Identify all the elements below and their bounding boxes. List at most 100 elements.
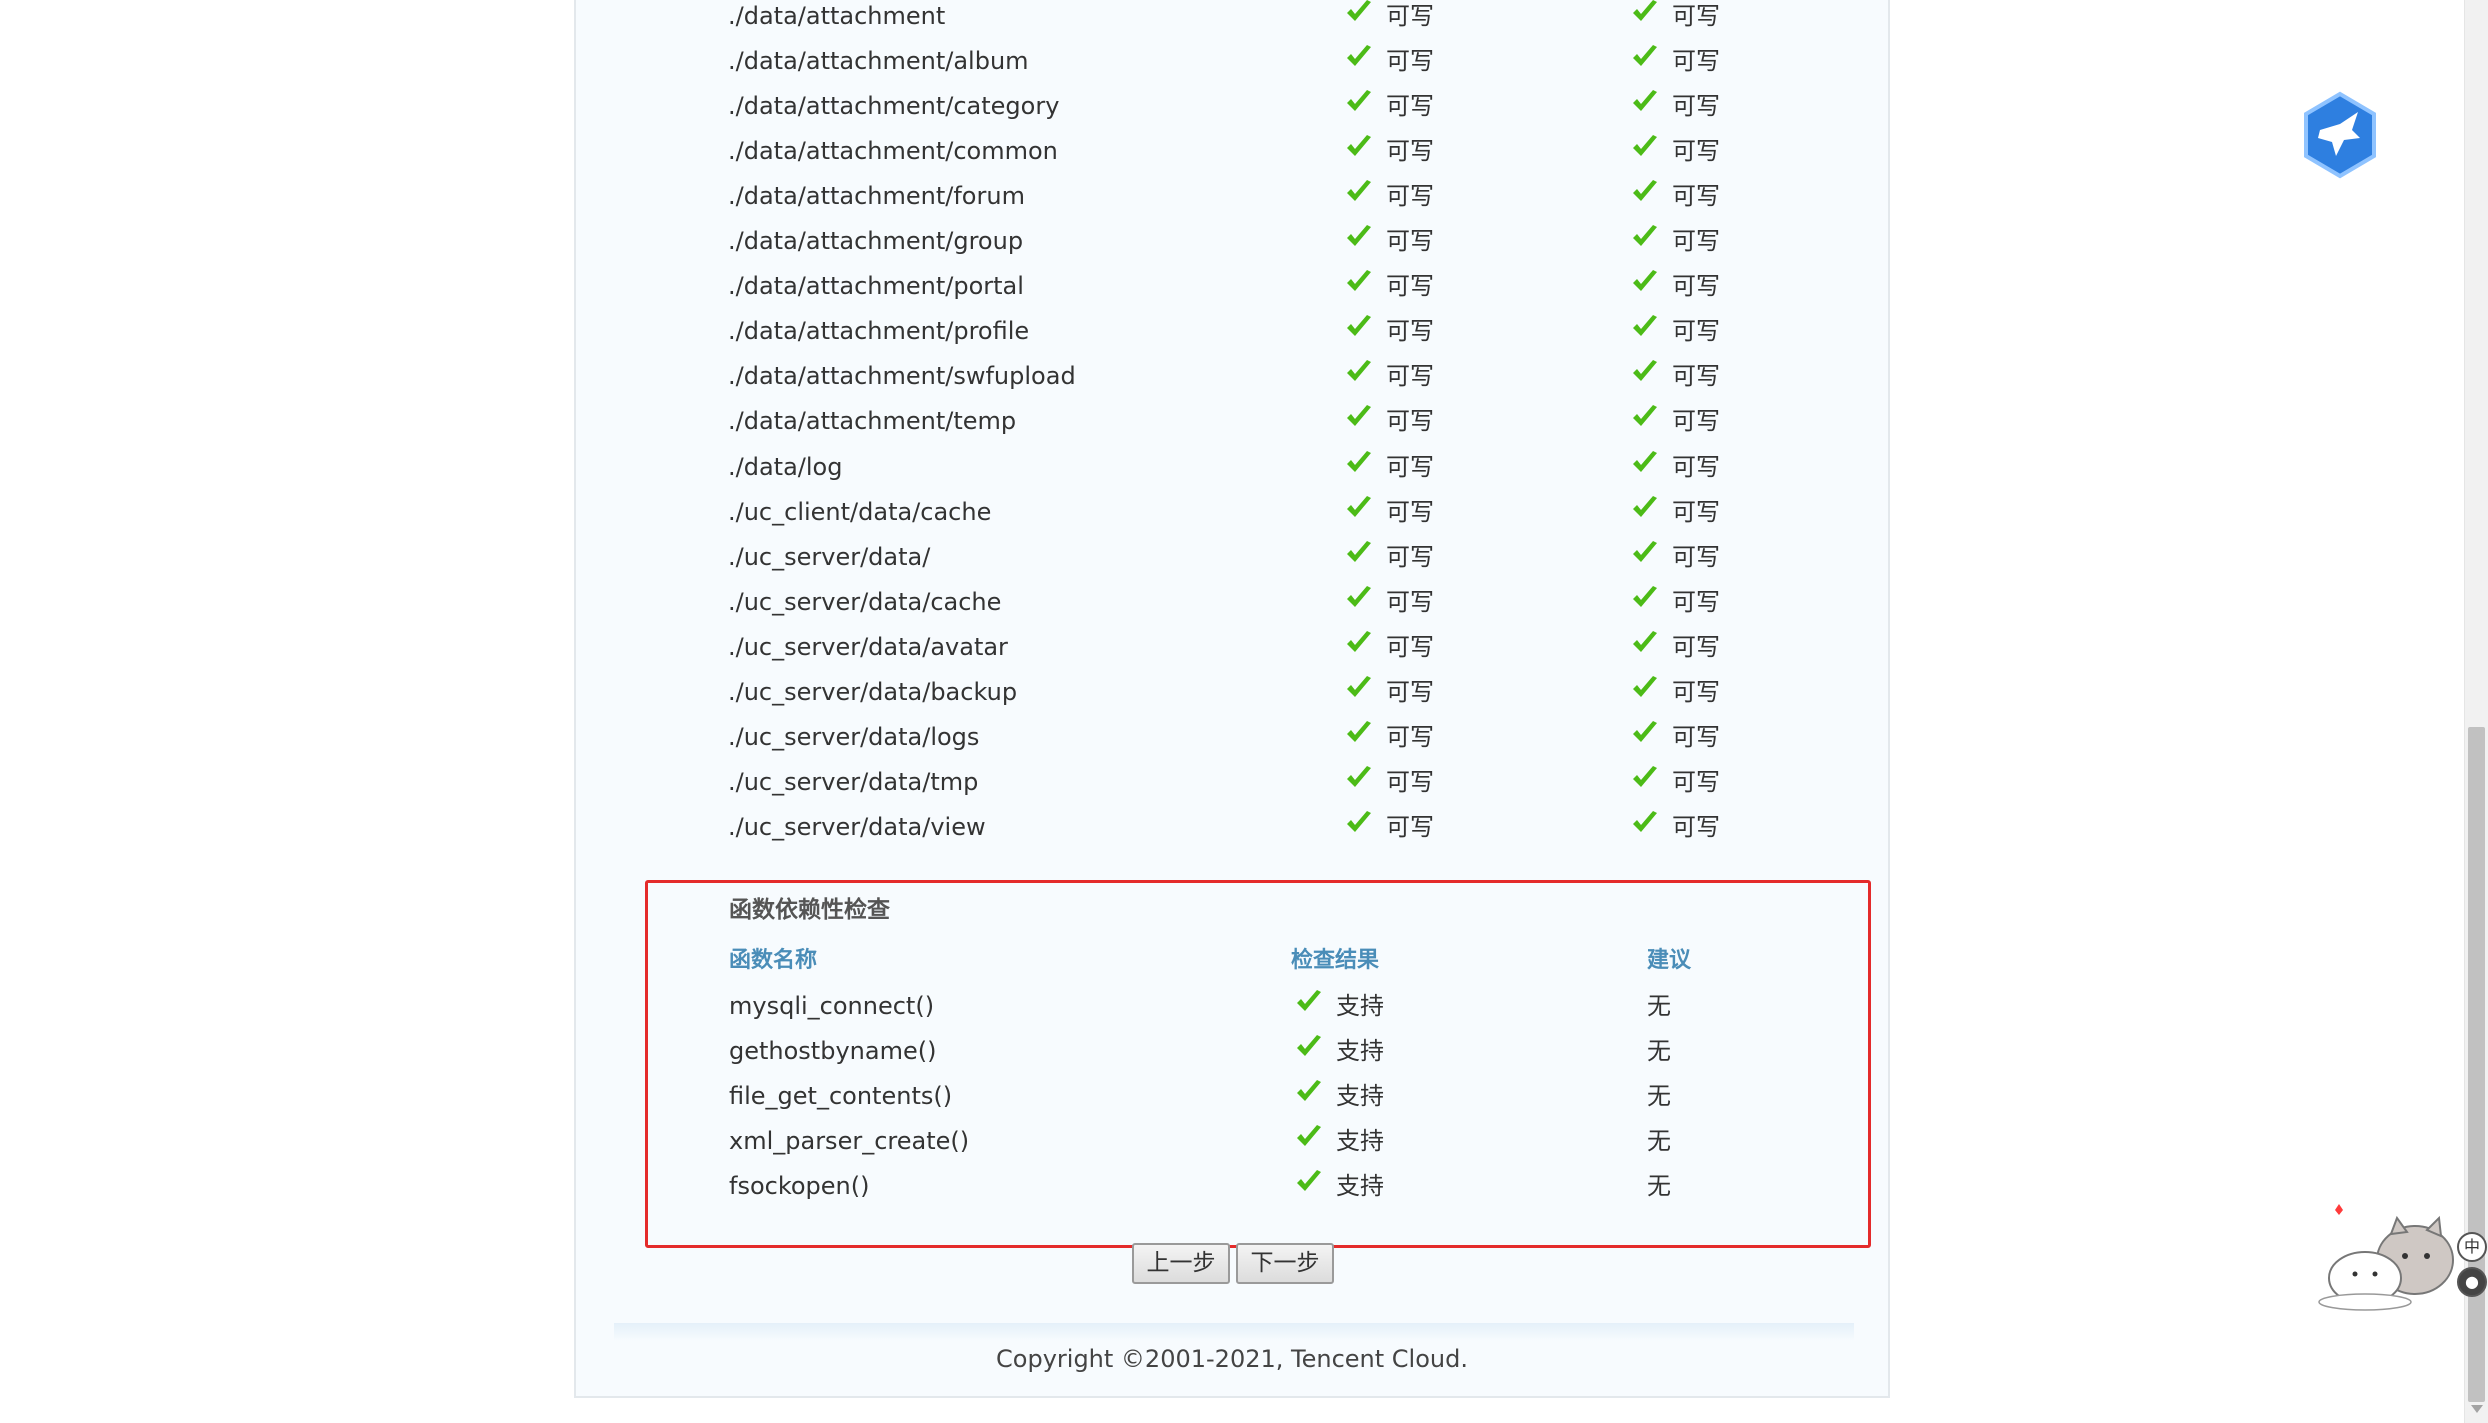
function-row: fsockopen() 支持 无 [648,1170,1868,1216]
directory-row: ./data/attachment/group 可写 可写 [576,225,1888,271]
check-icon [1347,630,1371,652]
directory-path: ./uc_server/data/view [728,812,986,841]
check-icon [1633,450,1657,472]
check-icon [1347,90,1371,112]
required-status-text: 可写 [1672,677,1720,706]
directory-path: ./uc_client/data/cache [728,497,992,526]
header-function-name: 函数名称 [729,948,818,973]
check-icon [1347,45,1371,67]
function-check-title: 函数依赖性检查 [729,897,890,923]
copyright-text: Copyright ©2001-2021, Tencent Cloud. [996,1345,1468,1373]
function-advice: 无 [1647,992,1671,1020]
check-icon [1347,0,1371,21]
required-status-text: 可写 [1672,542,1720,571]
required-status-text: 可写 [1672,2,1720,30]
directory-row: ./uc_server/data/backup 可写 可写 [576,675,1888,722]
directory-row: ./uc_server/data/tmp 可写 可写 [576,765,1888,812]
directory-row: ./uc_server/data/view 可写 可写 [576,810,1888,857]
directory-path: ./uc_server/data/avatar [728,632,1008,661]
check-icon [1347,765,1371,787]
check-icon [1633,585,1657,607]
current-status-text: 可写 [1386,92,1434,121]
directory-row: ./data/attachment 可写 可写 [576,0,1888,46]
required-status-text: 可写 [1672,632,1720,661]
check-icon [1633,540,1657,562]
required-status-text: 可写 [1672,362,1720,391]
directory-path: ./uc_server/data/logs [728,722,980,751]
current-status-text: 可写 [1386,227,1434,256]
directory-path: ./data/attachment/temp [728,407,1017,436]
check-icon [1347,450,1371,472]
scrollbar-thumb[interactable] [2468,727,2485,1402]
directory-path: ./data/attachment/album [728,47,1029,76]
function-row: file_get_contents() 支持 无 [648,1080,1868,1126]
directory-path: ./data/attachment/profile [728,317,1030,346]
directory-path: ./uc_server/data/ [728,542,931,571]
check-icon [1633,675,1657,697]
check-icon [1347,360,1371,382]
function-name: file_get_contents() [729,1082,953,1110]
required-status-text: 可写 [1672,272,1720,301]
cat-mascot-icon[interactable] [2305,1200,2465,1315]
current-status-text: 可写 [1386,137,1434,166]
directory-path: ./data/attachment/portal [728,272,1024,301]
check-icon [1347,720,1371,742]
current-status-text: 可写 [1386,677,1434,706]
required-status-text: 可写 [1672,452,1720,481]
required-status-text: 可写 [1672,767,1720,796]
function-result-text: 支持 [1336,1172,1384,1200]
directory-path: ./uc_server/data/tmp [728,767,979,796]
next-step-button[interactable]: 下一步 [1236,1243,1334,1284]
bird-badge-icon[interactable] [2300,90,2380,180]
current-status-text: 可写 [1386,407,1434,436]
required-status-text: 可写 [1672,722,1720,751]
prev-step-button[interactable]: 上一步 [1132,1243,1230,1284]
language-toggle-button[interactable]: 中 [2457,1232,2487,1262]
function-name: gethostbyname() [729,1037,937,1065]
check-icon [1297,990,1321,1011]
directory-path: ./data/attachment/common [728,137,1058,166]
current-status-text: 可写 [1386,587,1434,616]
check-icon [1347,270,1371,292]
directory-path: ./data/attachment [728,2,946,30]
check-icon [1633,0,1657,21]
directory-row: ./data/log 可写 可写 [576,450,1888,497]
directory-row: ./data/attachment/category 可写 可写 [576,90,1888,136]
function-advice: 无 [1647,1037,1671,1065]
check-icon [1347,225,1371,247]
function-result-text: 支持 [1336,1037,1384,1065]
required-status-text: 可写 [1672,407,1720,436]
current-status-text: 可写 [1386,452,1434,481]
bear-icon[interactable]: ● [2457,1267,2487,1297]
directory-row: ./uc_server/data/avatar 可写 可写 [576,630,1888,677]
directory-path: ./uc_server/data/cache [728,587,1002,616]
function-name: mysqli_connect() [729,992,935,1020]
check-icon [1347,180,1371,202]
required-status-text: 可写 [1672,182,1720,211]
function-row: mysqli_connect() 支持 无 [648,990,1868,1036]
check-icon [1633,810,1657,832]
scroll-down-arrow-icon[interactable] [2471,1405,2483,1413]
function-row: gethostbyname() 支持 无 [648,1035,1868,1081]
check-icon [1633,90,1657,112]
directory-row: ./data/attachment/album 可写 可写 [576,45,1888,91]
check-icon [1297,1170,1321,1191]
current-status-text: 可写 [1386,2,1434,30]
directory-row: ./uc_server/data/cache 可写 可写 [576,585,1888,632]
check-icon [1633,630,1657,652]
directory-path: ./data/log [728,452,843,481]
vertical-scrollbar[interactable] [2464,0,2488,1423]
check-icon [1633,720,1657,742]
check-icon [1347,540,1371,562]
current-status-text: 可写 [1386,812,1434,841]
current-status-text: 可写 [1386,182,1434,211]
required-status-text: 可写 [1672,497,1720,526]
directory-row: ./uc_server/data/logs 可写 可写 [576,720,1888,767]
function-advice: 无 [1647,1127,1671,1155]
required-status-text: 可写 [1672,317,1720,346]
required-status-text: 可写 [1672,92,1720,121]
current-status-text: 可写 [1386,272,1434,301]
directory-row: ./data/attachment/common 可写 可写 [576,135,1888,181]
required-status-text: 可写 [1672,227,1720,256]
directory-row: ./data/attachment/forum 可写 可写 [576,180,1888,226]
